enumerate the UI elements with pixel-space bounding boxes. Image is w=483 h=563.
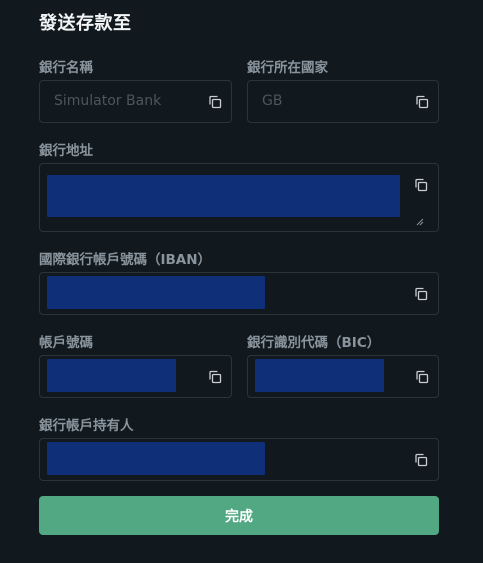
bic-redacted-value: [255, 359, 384, 392]
copy-icon[interactable]: [413, 452, 429, 468]
bank-address-textarea[interactable]: [39, 163, 439, 232]
iban-field[interactable]: [39, 272, 439, 315]
bic-field[interactable]: [247, 355, 439, 398]
bank-country-label: 銀行所在國家: [247, 60, 328, 76]
bank-country-field[interactable]: GB: [247, 80, 439, 123]
bic-label: 銀行識別代碼（BIC）: [247, 335, 381, 351]
copy-icon[interactable]: [414, 369, 430, 385]
bank-name-field[interactable]: Simulator Bank: [39, 80, 232, 123]
dialog-title: 發送存款至: [39, 13, 132, 34]
bank-country-placeholder: GB: [262, 93, 283, 109]
copy-icon[interactable]: [414, 94, 430, 110]
bank-address-label: 銀行地址: [39, 143, 93, 159]
bank-address-redacted-value: [47, 175, 400, 217]
iban-label: 國際銀行帳戶號碼（IBAN）: [39, 252, 212, 268]
copy-icon[interactable]: [207, 369, 223, 385]
account-holder-redacted-value: [47, 442, 265, 475]
copy-icon[interactable]: [207, 94, 223, 110]
copy-icon[interactable]: [413, 177, 429, 193]
bank-name-label: 銀行名稱: [39, 60, 93, 76]
account-holder-field[interactable]: [39, 438, 439, 481]
copy-icon[interactable]: [413, 286, 429, 302]
account-number-field[interactable]: [39, 355, 232, 398]
bank-name-placeholder: Simulator Bank: [54, 93, 162, 109]
account-number-label: 帳戶號碼: [39, 335, 93, 351]
account-holder-label: 銀行帳戶持有人: [39, 418, 134, 434]
account-number-redacted-value: [47, 359, 176, 392]
iban-redacted-value: [47, 276, 265, 309]
resize-handle-icon[interactable]: [416, 211, 424, 226]
done-button[interactable]: 完成: [39, 496, 439, 535]
deposit-dialog: 發送存款至 銀行名稱 Simulator Bank 銀行所在國家 GB 銀行地址…: [0, 0, 483, 563]
